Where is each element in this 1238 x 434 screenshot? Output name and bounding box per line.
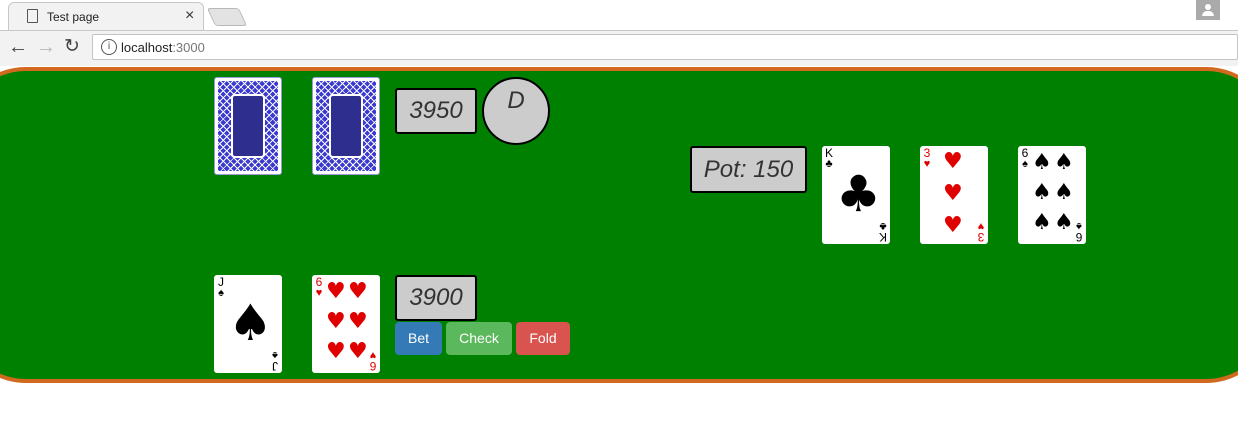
check-button[interactable]: Check — [446, 322, 512, 355]
opponent-stack: 3950 — [395, 88, 477, 134]
card-corner-bottom: 3 ♥ — [976, 220, 986, 244]
card-corner-bottom: J ♠ — [270, 349, 280, 373]
card-rank: J — [272, 359, 278, 373]
spades-icon: ♠ — [1054, 210, 1074, 235]
card-corner-top: 6 ♥ — [314, 276, 324, 299]
hearts-icon: ♥ — [943, 181, 963, 206]
card-suit: ♥ — [369, 349, 377, 361]
hearts-icon: ♥ — [943, 149, 963, 174]
profile-body — [1202, 11, 1214, 16]
card-suit: ♣ — [879, 220, 887, 232]
fold-button[interactable]: Fold — [516, 322, 570, 355]
hearts-icon: ♥ — [348, 279, 368, 304]
opponent-card-2 — [312, 77, 380, 175]
url-port: :3000 — [172, 40, 205, 55]
card-back-pattern — [218, 81, 278, 171]
back-arrow-icon[interactable]: ← — [8, 35, 28, 59]
bet-button[interactable]: Bet — [395, 322, 442, 355]
card-rank: 6 — [1075, 230, 1083, 244]
url-text[interactable]: localhost:3000 — [121, 40, 205, 55]
spades-icon: ♠ — [228, 294, 273, 352]
card-rank: K — [879, 230, 888, 244]
clubs-icon: ♣ — [836, 165, 881, 223]
reload-icon[interactable]: ↻ — [64, 35, 80, 59]
card-suit: ♥ — [977, 220, 985, 232]
card-corner-top: 6 ♠ — [1020, 147, 1030, 170]
spades-icon: ♠ — [1032, 210, 1052, 235]
board-card-1: K ♣ ♣ K ♣ — [822, 146, 890, 244]
pot-display: Pot: 150 — [690, 146, 807, 193]
card-suit: ♥ — [923, 158, 931, 170]
spades-icon: ♠ — [1054, 180, 1074, 205]
card-rank: 3 — [977, 230, 985, 244]
board-card-2: 3 ♥ ♥ ♥ ♥ 3 ♥ — [920, 146, 988, 244]
card-back-center — [231, 94, 265, 158]
card-corner-bottom: 6 ♠ — [1074, 220, 1084, 244]
card-corner-top: K ♣ — [824, 147, 834, 170]
card-corner-top: J ♠ — [216, 276, 226, 299]
hearts-icon: ♥ — [326, 309, 346, 334]
profile-head — [1205, 4, 1211, 10]
address-bar[interactable]: i localhost:3000 — [92, 34, 1238, 60]
browser-tab[interactable]: Test page × — [8, 2, 204, 30]
hearts-icon: ♥ — [326, 339, 346, 364]
hearts-icon: ♥ — [943, 213, 963, 238]
card-back-center — [329, 94, 363, 158]
hearts-icon: ♥ — [326, 279, 346, 304]
player-card-2: 6 ♥ ♥ ♥ ♥ ♥ ♥ ♥ 6 ♥ — [312, 275, 380, 373]
card-suit: ♠ — [1022, 158, 1028, 170]
page-icon — [27, 9, 38, 23]
new-tab-button[interactable] — [206, 8, 248, 26]
card-corner-bottom: 6 ♥ — [368, 349, 378, 373]
card-suit: ♠ — [218, 287, 224, 299]
opponent-card-1 — [214, 77, 282, 175]
card-suit: ♥ — [315, 287, 323, 299]
site-info-icon[interactable]: i — [101, 39, 117, 55]
url-host: localhost — [121, 40, 173, 55]
card-back-pattern — [316, 81, 376, 171]
forward-arrow-icon[interactable]: → — [36, 35, 56, 59]
hearts-icon: ♥ — [348, 309, 368, 334]
browser-tab-strip: Test page × — [0, 0, 1238, 30]
card-suit: ♠ — [272, 349, 278, 361]
player-stack: 3900 — [395, 275, 477, 321]
board-card-3: 6 ♠ ♠ ♠ ♠ ♠ ♠ ♠ 6 ♠ — [1018, 146, 1086, 244]
card-corner-bottom: K ♣ — [878, 220, 888, 244]
hearts-icon: ♥ — [348, 339, 368, 364]
spades-icon: ♠ — [1032, 180, 1052, 205]
browser-toolbar: ← → ↻ i localhost:3000 — [0, 30, 1238, 66]
card-suit: ♠ — [1076, 220, 1082, 232]
card-corner-top: 3 ♥ — [922, 147, 932, 170]
spades-icon: ♠ — [1032, 150, 1052, 175]
tab-close-icon[interactable]: × — [185, 7, 194, 25]
tab-title: Test page — [47, 10, 100, 24]
profile-icon[interactable] — [1196, 0, 1220, 20]
spades-icon: ♠ — [1054, 150, 1074, 175]
card-rank: 6 — [369, 359, 377, 373]
player-card-1: J ♠ ♠ J ♠ — [214, 275, 282, 373]
card-suit: ♣ — [825, 158, 833, 170]
dealer-button: D — [482, 77, 550, 145]
